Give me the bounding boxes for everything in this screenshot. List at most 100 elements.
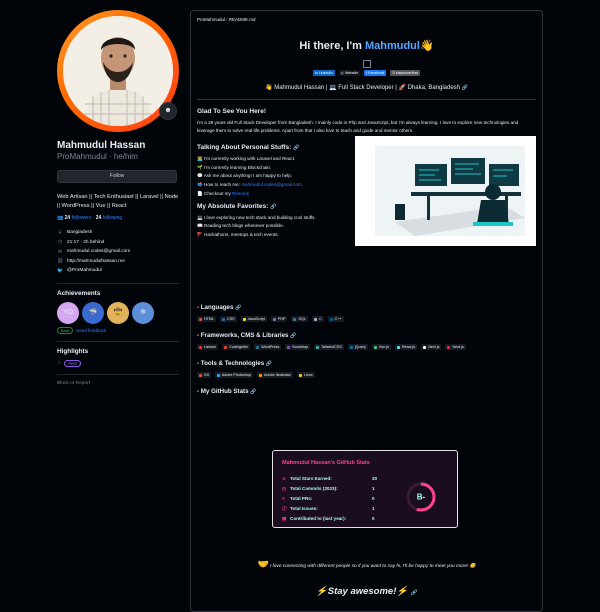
stat-label: Contributed to (last year): bbox=[290, 516, 347, 521]
framework-badge-logo-icon bbox=[349, 345, 353, 349]
follow-button[interactable]: Follow bbox=[57, 170, 177, 183]
profile-detail-row: ⌾ Bangladesh bbox=[57, 228, 179, 238]
social-badge[interactable]: S stackoverflow bbox=[390, 70, 421, 76]
list-item: 📖 Reading tech blogs whenever possible. bbox=[197, 223, 284, 229]
readme-user-link[interactable]: ProMahmudul bbox=[197, 17, 225, 22]
achievement-badges: YO 🦈 🤠 ❄ bbox=[57, 301, 179, 324]
profile-detail-link[interactable]: http://mahmudulhassan.me bbox=[67, 259, 125, 264]
framework-badge: Bootstrap bbox=[285, 344, 311, 350]
list-item: 🌱 I'm currently learning Blockchain. bbox=[197, 164, 272, 170]
achievement-badge-quickdraw[interactable]: 🤠 bbox=[107, 301, 129, 324]
greeting-name: Mahmudul bbox=[364, 40, 420, 52]
profile-name: Mahmudul Hassan bbox=[57, 140, 146, 151]
language-badge-logo-icon bbox=[293, 317, 297, 321]
language-badge-logo-icon bbox=[222, 317, 226, 321]
framework-badge: TailwindCSS bbox=[314, 344, 344, 350]
profile-details: ⌾ Bangladesh ◷ 21:17 · 2h behind ✉ mahmudul.c… bbox=[57, 228, 179, 276]
language-badge: SQL bbox=[291, 316, 308, 322]
glad-heading: Glad To See You Here! bbox=[197, 108, 266, 115]
achievement-badge-pull-shark[interactable]: 🦈 bbox=[82, 301, 104, 324]
achievements-title: Achievements bbox=[57, 289, 101, 297]
list-item: 🚩 Hackathons, meetups & tech events. bbox=[197, 231, 279, 237]
achievement-badge-arctic[interactable]: ❄ bbox=[132, 301, 154, 324]
language-badge: C++ bbox=[327, 316, 344, 322]
anchor-link-icon[interactable]: 🔗 bbox=[290, 333, 296, 339]
anchor-link-icon[interactable]: 🔗 bbox=[293, 145, 299, 151]
resume-link[interactable]: Resume bbox=[232, 191, 249, 196]
divider bbox=[197, 99, 536, 100]
list-item: 👨‍💻 I'm currently working with Laravel a… bbox=[197, 156, 296, 161]
profile-bio: Web Artisan || Tech Enthusiast || Larave… bbox=[57, 194, 179, 209]
framework-badge-logo-icon bbox=[199, 345, 202, 349]
anchor-link-icon[interactable]: 🔗 bbox=[250, 389, 256, 395]
avatar[interactable]: ☻ bbox=[57, 10, 179, 132]
profile-detail-row: 🐦 @ProMahmudul bbox=[57, 266, 179, 276]
tool-badge: Adobe Illustrator bbox=[257, 372, 293, 378]
tools-heading: - Tools & Technologies 🔗 bbox=[197, 360, 273, 367]
framework-badge-logo-icon bbox=[447, 345, 451, 349]
anchor-link-icon[interactable]: 🔗 bbox=[270, 204, 276, 210]
stats-row: ⓘ Total Issues: 1 bbox=[282, 506, 382, 512]
stat-label: Total Commits (2023): bbox=[290, 486, 338, 491]
profile-detail-row: ✉ mahmudul.codes@gmail.com bbox=[57, 247, 179, 257]
languages-heading: - Languages 🔗 bbox=[197, 304, 242, 311]
stats-row: ⑂ Total PRs: 0 bbox=[282, 496, 382, 501]
anchor-link-icon[interactable]: 🔗 bbox=[411, 590, 417, 596]
block-report-link[interactable]: Block or Report bbox=[57, 381, 179, 386]
list-item: 💬 Ask me about anything! I am happy to h… bbox=[197, 173, 293, 179]
social-badge[interactable]: ◎ Website bbox=[338, 70, 361, 76]
email-link[interactable]: mahmudul.codes@gmail.com bbox=[241, 182, 302, 187]
highlights-row: ☆ PRO bbox=[57, 359, 179, 367]
list-item: 📄 Checkout my Resume bbox=[197, 190, 250, 196]
footer-message: 🤝 I love connecting with different peopl… bbox=[257, 559, 476, 569]
achievement-badge-yolo[interactable]: YO bbox=[57, 301, 79, 324]
readme-card: ProMahmudul / README.md Hi there, I'm Ma… bbox=[190, 10, 543, 612]
stats-heading: - My GitHub Stats 🔗 bbox=[197, 388, 257, 395]
framework-badge-logo-icon bbox=[373, 345, 377, 349]
grade-ring: B- bbox=[406, 482, 436, 512]
stat-label: Total Stars Earned: bbox=[290, 476, 332, 481]
language-badge: HTML bbox=[197, 316, 217, 322]
language-badge: PHP bbox=[270, 316, 288, 322]
list-item: 📫 How to reach me: mahmudul.codes@gmail.… bbox=[197, 182, 302, 188]
profile-detail-link[interactable]: @ProMahmudul bbox=[67, 268, 102, 273]
talking-list: 👨‍💻 I'm currently working with Laravel a… bbox=[197, 155, 357, 199]
stat-icon: ☆ bbox=[282, 476, 287, 481]
framework-badge: Next.js bbox=[421, 344, 442, 350]
stat-label: Total Issues: bbox=[290, 506, 318, 511]
profile-detail-link[interactable]: mahmudul.codes@gmail.com bbox=[67, 249, 130, 254]
tool-badge: Git bbox=[197, 372, 211, 378]
followers-link[interactable]: 24 followers bbox=[65, 215, 92, 221]
following-link[interactable]: 24 following bbox=[96, 215, 122, 221]
anchor-link-icon[interactable]: 🔗 bbox=[235, 305, 241, 311]
achievements-beta-row: Beta Send feedback bbox=[57, 326, 179, 334]
send-feedback-link[interactable]: Send feedback bbox=[76, 328, 106, 333]
talking-heading: Talking About Personal Stuffs: 🔗 bbox=[197, 144, 300, 151]
frameworks-heading: - Frameworks, CMS & Libraries 🔗 bbox=[197, 332, 297, 339]
profile-detail-row: ⛓ http://mahmudulhassan.me bbox=[57, 257, 179, 267]
social-badges: in LinkedIn ◎ Website f Facebook S stackove… bbox=[191, 70, 542, 76]
link-icon: ⛓ bbox=[57, 258, 64, 265]
stats-card-title: Mahmudul Hassan's GitHub Stats bbox=[282, 460, 370, 466]
framework-badge-logo-icon bbox=[423, 345, 427, 349]
stats-row: ◷ Total Commits (2023): 1 bbox=[282, 486, 382, 492]
stat-value: 0 bbox=[372, 516, 375, 521]
stat-icon: ⓘ bbox=[282, 506, 287, 511]
highlights-title: Highlights bbox=[57, 347, 89, 355]
social-badge[interactable]: f Facebook bbox=[364, 70, 387, 76]
beta-badge: Beta bbox=[57, 326, 74, 334]
tool-badge: Linux bbox=[296, 372, 315, 378]
divider bbox=[57, 373, 179, 375]
framework-badge: Vue.js bbox=[371, 344, 391, 350]
personal-section: Talking About Personal Stuffs: 🔗 👨‍💻 I'm… bbox=[197, 136, 536, 304]
status-emoji-icon[interactable]: ☻ bbox=[159, 102, 177, 120]
social-badge[interactable]: in LinkedIn bbox=[312, 70, 335, 76]
stat-value: 1 bbox=[372, 506, 375, 511]
readme-file-name: README.md bbox=[228, 17, 256, 22]
framework-badge: jQuery bbox=[347, 344, 368, 350]
tool-badge-logo-icon bbox=[259, 373, 263, 377]
profile-detail-row: ◷ 21:17 · 2h behind bbox=[57, 238, 179, 248]
profile-detail-text: 21:17 · 2h behind bbox=[67, 239, 105, 245]
anchor-link-icon[interactable]: 🔗 bbox=[462, 85, 468, 91]
anchor-link-icon[interactable]: 🔗 bbox=[266, 361, 272, 367]
